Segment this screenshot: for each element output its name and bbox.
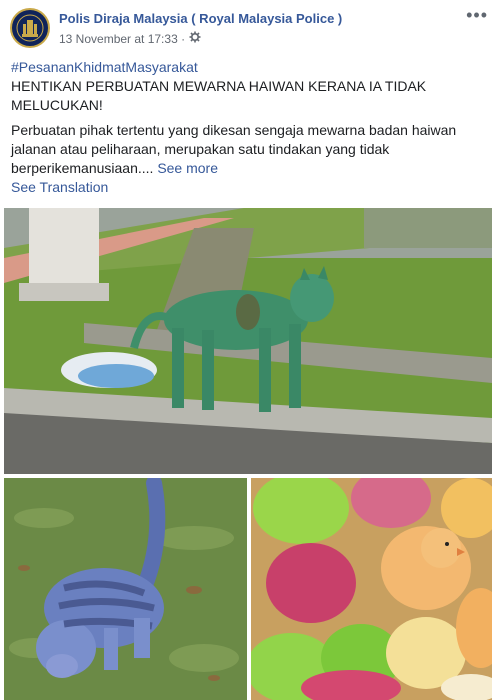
post-timestamp[interactable]: 13 November at 17:33 · <box>59 32 185 46</box>
gear-icon[interactable] <box>189 31 201 46</box>
post-meta: 13 November at 17:33 · <box>59 31 201 46</box>
dyed-chicks-photo[interactable] <box>251 478 492 700</box>
post-body: Perbuatan pihak tertentu yang dikesan se… <box>11 121 489 178</box>
post-body-text: Perbuatan pihak tertentu yang dikesan se… <box>11 122 457 176</box>
green-dyed-dog-photo[interactable] <box>4 208 492 474</box>
blue-dyed-cat-photo[interactable] <box>4 478 247 700</box>
see-more-link[interactable]: See more <box>157 160 218 176</box>
post-headline: HENTIKAN PERBUATAN MEWARNA HAIWAN KERANA… <box>11 78 427 113</box>
page-avatar[interactable] <box>10 8 50 48</box>
more-options-icon[interactable]: ••• <box>466 6 488 24</box>
see-translation-link[interactable]: See Translation <box>11 178 489 197</box>
post-header: Polis Diraja Malaysia ( Royal Malaysia P… <box>0 0 498 52</box>
page-name-link[interactable]: Polis Diraja Malaysia ( Royal Malaysia P… <box>59 11 342 26</box>
hashtag-link[interactable]: #PesananKhidmatMasyarakat <box>11 58 489 77</box>
post-text: #PesananKhidmatMasyarakat HENTIKAN PERBU… <box>11 58 489 197</box>
